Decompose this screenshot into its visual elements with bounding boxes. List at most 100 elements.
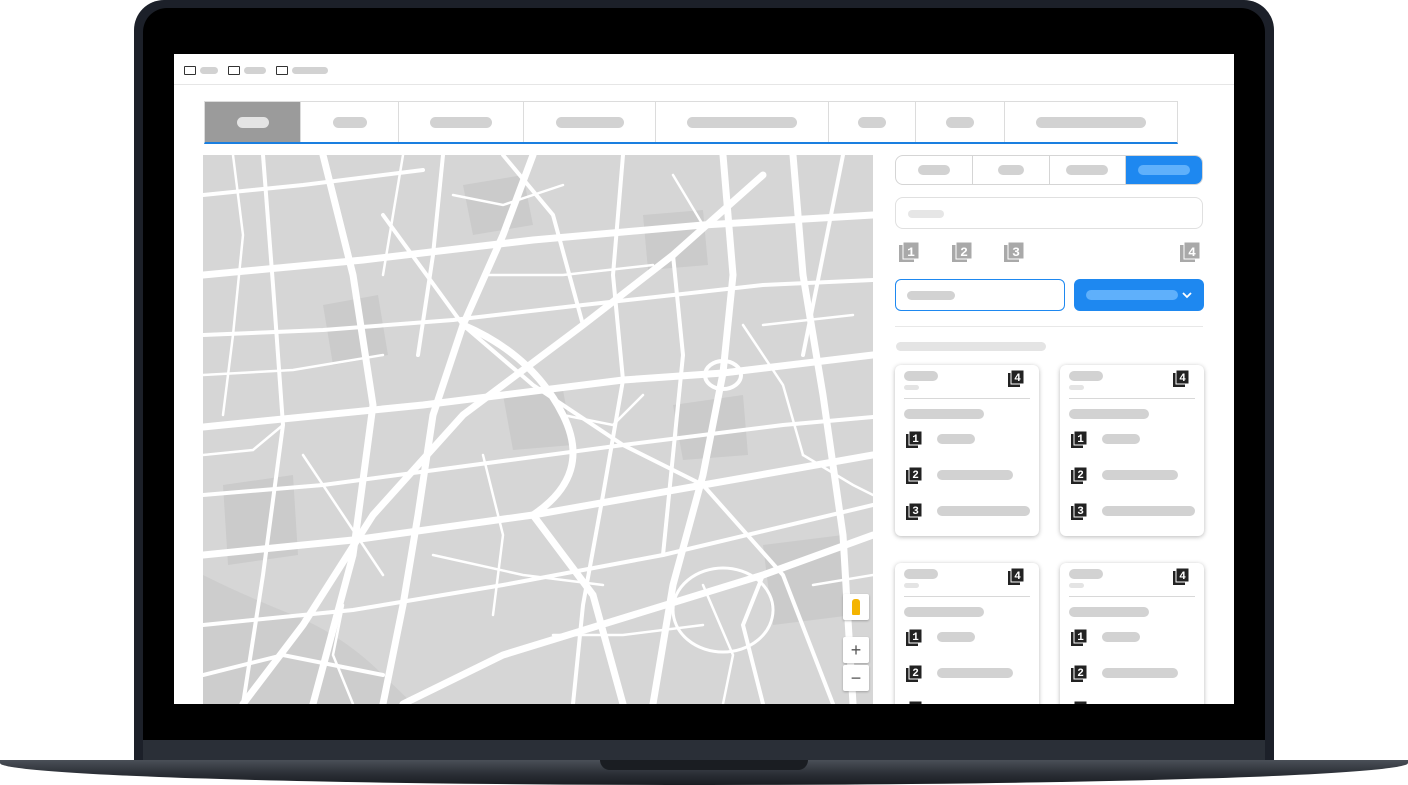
tab-2[interactable] <box>301 102 399 142</box>
map-view[interactable]: + − <box>203 155 873 704</box>
tab-bar <box>204 101 1178 144</box>
row-number: 2 <box>912 668 919 680</box>
row-text <box>1102 506 1195 516</box>
badge-number: 4 <box>1014 571 1021 583</box>
row-number: 1 <box>1077 632 1084 644</box>
badge-4-icon: 4 <box>1173 370 1189 387</box>
breadcrumb-item[interactable] <box>228 66 266 75</box>
row-text <box>1102 434 1140 444</box>
segment-2[interactable] <box>973 156 1050 184</box>
filter-2-number: 2 <box>960 245 968 260</box>
badge-number: 4 <box>1179 571 1186 583</box>
zoom-in-button[interactable]: + <box>843 637 869 663</box>
search-input[interactable] <box>895 197 1203 229</box>
breadcrumb-label <box>292 67 328 74</box>
row-3-icon: 3 <box>908 701 922 704</box>
row-text <box>937 668 1013 678</box>
tab-4[interactable] <box>524 102 656 142</box>
filter-1-icon[interactable]: 1 <box>898 241 920 263</box>
folder-icon <box>184 66 196 75</box>
card-subtitle <box>904 583 919 588</box>
tab-label <box>430 116 492 128</box>
result-card[interactable]: 4 1 2 3 <box>1060 563 1204 704</box>
card-heading <box>904 409 984 419</box>
row-1-icon: 1 <box>906 431 922 448</box>
card-heading <box>1069 607 1149 617</box>
card-divider <box>1069 398 1195 399</box>
segment-3[interactable] <box>1050 156 1127 184</box>
laptop-chin <box>143 740 1265 762</box>
filter-2-icon[interactable]: 2 <box>951 241 973 263</box>
row-2-icon: 2 <box>906 665 922 682</box>
segment-1[interactable] <box>896 156 973 184</box>
row-3-icon: 3 <box>1073 701 1087 704</box>
row-1-icon: 1 <box>1071 629 1087 646</box>
map-roads <box>203 155 873 704</box>
row-text <box>937 632 975 642</box>
breadcrumb-label <box>244 67 266 74</box>
breadcrumb-item[interactable] <box>184 66 218 75</box>
card-subtitle <box>1069 583 1084 588</box>
filter-3-icon[interactable]: 3 <box>1003 241 1025 263</box>
tab-label <box>946 116 974 128</box>
row-1-icon: 1 <box>1071 431 1087 448</box>
result-card[interactable]: 4 1 2 3 <box>895 563 1039 704</box>
text-input-value <box>907 291 955 300</box>
street-view-button[interactable] <box>843 594 869 620</box>
badge-4-icon: 4 <box>1008 568 1024 585</box>
row-number: 3 <box>912 506 919 518</box>
row-text <box>1102 470 1178 480</box>
row-number: 1 <box>912 632 919 644</box>
card-subtitle <box>904 385 919 390</box>
row-number: 2 <box>912 470 919 482</box>
row-number: 2 <box>1077 470 1084 482</box>
tab-3[interactable] <box>399 102 524 142</box>
card-heading <box>1069 409 1149 419</box>
filter-1-number: 1 <box>907 245 915 260</box>
row-text <box>1102 668 1178 678</box>
tab-label <box>555 116 624 128</box>
card-divider <box>1069 596 1195 597</box>
result-card[interactable]: 4 1 2 3 <box>1060 365 1204 536</box>
laptop-notch <box>600 760 808 770</box>
breadcrumb <box>184 66 332 75</box>
section-title <box>896 342 1046 351</box>
filter-4-icon[interactable]: 4 <box>1179 241 1201 263</box>
card-divider <box>904 398 1030 399</box>
zoom-out-button[interactable]: − <box>843 665 869 691</box>
segment-label <box>997 165 1024 175</box>
badge-4-icon: 4 <box>1173 568 1189 585</box>
row-text <box>1102 632 1140 642</box>
row-1-icon: 1 <box>906 629 922 646</box>
row-number: 2 <box>1077 668 1084 680</box>
result-card[interactable]: 4 1 2 3 <box>895 365 1039 536</box>
dropdown-value <box>1086 290 1178 300</box>
tab-label <box>687 116 797 128</box>
card-title <box>1069 569 1103 579</box>
segment-label <box>917 165 950 175</box>
pegman-icon <box>852 599 860 615</box>
segment-label <box>1066 165 1109 175</box>
row-3-icon: 3 <box>906 503 922 520</box>
tab-5[interactable] <box>656 102 829 142</box>
row-2-icon: 2 <box>1071 467 1087 484</box>
panel-divider <box>895 326 1203 327</box>
text-input[interactable] <box>895 279 1065 311</box>
folder-icon <box>228 66 240 75</box>
segmented-control <box>895 155 1203 185</box>
segment-4[interactable] <box>1126 156 1202 184</box>
folder-icon <box>276 66 288 75</box>
row-text <box>937 470 1013 480</box>
dropdown-select[interactable] <box>1074 279 1204 311</box>
tab-6[interactable] <box>829 102 916 142</box>
row-3-icon: 3 <box>1071 503 1087 520</box>
card-title <box>1069 371 1103 381</box>
card-divider <box>904 596 1030 597</box>
tab-1[interactable] <box>205 102 301 142</box>
tab-8[interactable] <box>1005 102 1177 142</box>
card-subtitle <box>1069 385 1084 390</box>
breadcrumb-item[interactable] <box>276 66 328 75</box>
card-title <box>904 569 938 579</box>
filter-4-number: 4 <box>1188 245 1196 260</box>
tab-7[interactable] <box>916 102 1005 142</box>
